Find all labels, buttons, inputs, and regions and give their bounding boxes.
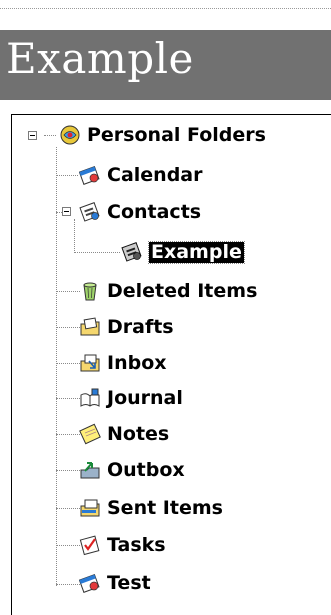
- outbox-icon: [79, 459, 101, 481]
- tree-line: [56, 175, 78, 176]
- tree-item-label: Contacts: [107, 200, 202, 223]
- tree-item-label: Personal Folders: [87, 123, 266, 146]
- tree-line: [74, 252, 120, 253]
- tree-line: [56, 470, 80, 471]
- tree-item-drafts[interactable]: Drafts: [79, 314, 174, 340]
- inbox-icon: [79, 352, 101, 374]
- journal-icon: [79, 387, 101, 409]
- tree-item-label: Inbox: [107, 351, 167, 374]
- tree-line: [56, 291, 80, 292]
- sent-items-icon: [79, 497, 101, 519]
- tree-item-label: Journal: [107, 386, 183, 409]
- tree-item-calendar[interactable]: Calendar: [78, 162, 203, 188]
- tree-line: [74, 219, 75, 253]
- tree-line: [56, 327, 80, 328]
- tree-item-sent-items[interactable]: Sent Items: [79, 495, 223, 521]
- tree-item-label: Sent Items: [107, 496, 223, 519]
- tree-item-example[interactable]: Example: [121, 239, 245, 265]
- tree-item-journal[interactable]: Journal: [79, 385, 183, 411]
- tree-item-label: Notes: [107, 422, 170, 445]
- notes-icon: [79, 423, 101, 445]
- tree-item-personal-folders[interactable]: Personal Folders: [59, 122, 266, 148]
- tree-item-label: Drafts: [107, 315, 174, 338]
- folder-banner-title: Example: [6, 34, 194, 83]
- tree-line: [56, 545, 80, 546]
- tree-item-label: Outbox: [107, 458, 185, 481]
- tree-item-deleted-items[interactable]: Deleted Items: [79, 278, 257, 304]
- tree-line: [56, 363, 80, 364]
- tree-item-label: Calendar: [107, 163, 203, 186]
- personal-folders-icon: [59, 124, 81, 146]
- collapse-personal-folders-button[interactable]: [28, 131, 37, 140]
- tree-item-label: Deleted Items: [107, 279, 258, 302]
- tree-item-test[interactable]: Test: [78, 570, 151, 596]
- contacts-icon: [79, 201, 101, 223]
- tree-line: [56, 584, 80, 585]
- tree-item-notes[interactable]: Notes: [79, 421, 169, 447]
- calendar-icon: [78, 572, 101, 594]
- tree-item-tasks[interactable]: Tasks: [79, 532, 166, 558]
- tree-item-outbox[interactable]: Outbox: [79, 457, 185, 483]
- tree-item-inbox[interactable]: Inbox: [79, 350, 167, 376]
- tree-item-label: Test: [107, 571, 151, 594]
- calendar-icon: [78, 164, 101, 186]
- contacts-icon: [121, 241, 143, 263]
- tree-line: [44, 135, 56, 136]
- drafts-icon: [79, 316, 101, 338]
- collapse-contacts-button[interactable]: [62, 207, 71, 216]
- tree-line: [56, 398, 80, 399]
- tasks-icon: [79, 534, 101, 556]
- top-divider: [0, 8, 331, 10]
- tree-line: [56, 508, 80, 509]
- tree-line: [56, 434, 80, 435]
- tree-item-contacts[interactable]: Contacts: [79, 199, 201, 225]
- folder-tree[interactable]: [11, 114, 331, 615]
- tree-item-label: Tasks: [107, 533, 166, 556]
- tree-item-label: Example: [148, 240, 245, 264]
- trash-icon: [79, 280, 101, 302]
